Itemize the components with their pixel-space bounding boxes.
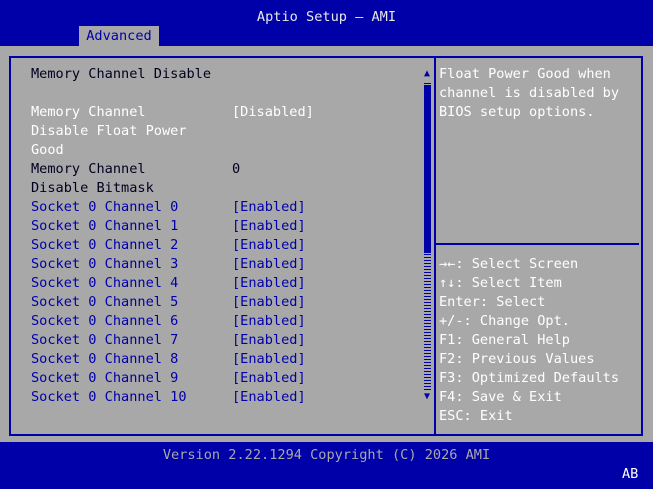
frame-border (9, 434, 643, 436)
setting-float-power-good-value[interactable]: [Disabled] (232, 103, 314, 122)
key-hint: →←: Select Screen (439, 256, 579, 272)
channel-label: Socket 0 Channel 9 (31, 370, 179, 386)
channel-row[interactable]: Socket 0 Channel 9 [Enabled] (31, 369, 311, 388)
channel-row[interactable]: Socket 0 Channel 3 [Enabled] (31, 255, 311, 274)
setting-label-line: Disable Float Power (31, 123, 187, 139)
channel-list: Socket 0 Channel 0 [Enabled] Socket 0 Ch… (31, 198, 311, 407)
channel-label: Socket 0 Channel 1 (31, 218, 179, 234)
channel-value[interactable]: [Enabled] (232, 217, 306, 236)
key-hint: ↑↓: Select Item (439, 275, 562, 291)
channel-label: Socket 0 Channel 10 (31, 389, 187, 405)
channel-label: Socket 0 Channel 3 (31, 256, 179, 272)
status-badge: AB (622, 466, 639, 482)
panel-divider (434, 56, 436, 436)
channel-row[interactable]: Socket 0 Channel 0 [Enabled] (31, 198, 311, 217)
channel-value[interactable]: [Enabled] (232, 274, 306, 293)
channel-row[interactable]: Socket 0 Channel 6 [Enabled] (31, 312, 311, 331)
key-hint: ESC: Exit (439, 408, 513, 424)
channel-label: Socket 0 Channel 2 (31, 237, 179, 253)
channel-row[interactable]: Socket 0 Channel 5 [Enabled] (31, 293, 311, 312)
channel-value[interactable]: [Enabled] (232, 331, 306, 350)
help-line: channel is disabled by (439, 85, 620, 101)
setting-label-line: Disable Bitmask (31, 180, 154, 196)
key-hint: F1: General Help (439, 332, 570, 348)
frame-border (641, 56, 643, 436)
page-title: Memory Channel Disable (31, 66, 212, 82)
channel-value[interactable]: [Enabled] (232, 255, 306, 274)
setting-label-line: Memory Channel (31, 161, 146, 177)
version-text: Version 2.22.1294 Copyright (C) 2026 AMI (162, 447, 491, 463)
channel-label: Socket 0 Channel 6 (31, 313, 179, 329)
help-line: BIOS setup options. (439, 104, 595, 120)
key-hint: F3: Optimized Defaults (439, 370, 620, 386)
channel-value[interactable]: [Enabled] (232, 369, 306, 388)
channel-row[interactable]: Socket 0 Channel 7 [Enabled] (31, 331, 311, 350)
channel-row[interactable]: Socket 0 Channel 10 [Enabled] (31, 388, 311, 407)
channel-value[interactable]: [Enabled] (232, 312, 306, 331)
frame-border (9, 56, 11, 436)
frame-border (9, 56, 643, 58)
channel-row[interactable]: Socket 0 Channel 1 [Enabled] (31, 217, 311, 236)
key-hint: F2: Previous Values (439, 351, 595, 367)
channel-label: Socket 0 Channel 7 (31, 332, 179, 348)
channel-value[interactable]: [Enabled] (232, 236, 306, 255)
setting-label-line: Good (31, 142, 64, 158)
key-hint: Enter: Select (439, 294, 546, 310)
channel-value[interactable]: [Enabled] (232, 198, 306, 217)
scrollbar-thumb[interactable] (424, 85, 431, 253)
setting-label-line: Memory Channel (31, 104, 146, 120)
channel-value[interactable]: [Enabled] (232, 293, 306, 312)
channel-label: Socket 0 Channel 0 (31, 199, 179, 215)
channel-label: Socket 0 Channel 5 (31, 294, 179, 310)
triangle-down-icon[interactable]: ▼ (421, 387, 433, 406)
key-hint: +/-: Change Opt. (439, 313, 570, 329)
channel-row[interactable]: Socket 0 Channel 4 [Enabled] (31, 274, 311, 293)
tab-advanced[interactable]: Advanced (79, 26, 159, 46)
help-separator (436, 243, 639, 245)
help-text: Float Power Good when channel is disable… (439, 65, 639, 122)
setting-bitmask-label: Memory Channel Disable Bitmask (31, 160, 154, 198)
app-title: Aptio Setup – AMI (256, 9, 397, 25)
channel-value[interactable]: [Enabled] (232, 388, 306, 407)
channel-row[interactable]: Socket 0 Channel 2 [Enabled] (31, 236, 311, 255)
key-hint: F4: Save & Exit (439, 389, 562, 405)
setting-float-power-good-label[interactable]: Memory Channel Disable Float Power Good (31, 103, 187, 160)
key-legend: →←: Select Screen ↑↓: Select Item Enter:… (439, 255, 639, 426)
triangle-up-icon[interactable]: ▲ (421, 64, 433, 83)
setting-bitmask-value: 0 (232, 161, 241, 177)
channel-value[interactable]: [Enabled] (232, 350, 306, 369)
help-line: Float Power Good when (439, 66, 611, 82)
channel-label: Socket 0 Channel 4 (31, 275, 179, 291)
channel-label: Socket 0 Channel 8 (31, 351, 179, 367)
channel-row[interactable]: Socket 0 Channel 8 [Enabled] (31, 350, 311, 369)
